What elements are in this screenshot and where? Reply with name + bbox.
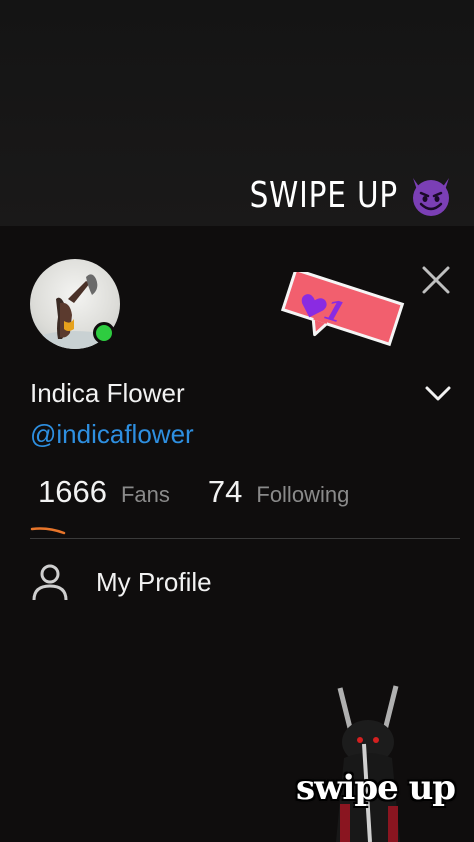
fans-label[interactable]: Fans	[121, 482, 170, 508]
close-icon[interactable]	[418, 262, 454, 298]
username-handle[interactable]: @indicaflower	[30, 419, 194, 450]
divider	[30, 538, 460, 539]
swipe-up-sticker-text: swipe up	[296, 768, 456, 808]
orange-underline-mark	[30, 527, 66, 535]
following-count[interactable]: 74	[208, 474, 242, 510]
profile-stats: 1666 Fans 74 Following	[38, 474, 349, 510]
samurai-sticker	[336, 685, 400, 842]
my-profile-menu-item[interactable]: My Profile	[30, 562, 212, 602]
person-icon	[32, 564, 68, 601]
swipe-up-banner: SWIPE UP	[217, 172, 454, 218]
swipe-up-text: SWIPE UP	[249, 174, 398, 216]
fans-count[interactable]: 1666	[38, 474, 107, 510]
online-status-dot	[93, 322, 115, 344]
display-name: Indica Flower	[30, 378, 185, 408]
like-notification-sticker: 1	[280, 272, 405, 347]
my-profile-label: My Profile	[96, 566, 212, 597]
devil-emoji-icon	[413, 178, 449, 216]
chevron-down-icon[interactable]	[424, 382, 452, 404]
following-label[interactable]: Following	[256, 482, 349, 508]
